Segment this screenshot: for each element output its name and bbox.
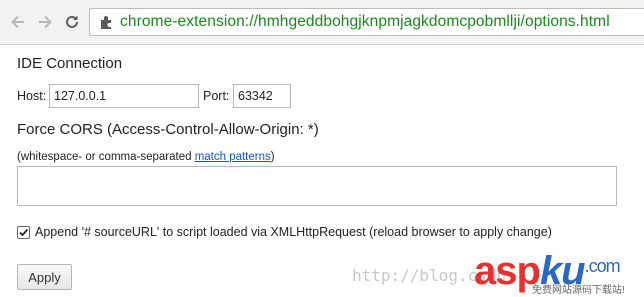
forward-arrow-icon[interactable] bbox=[35, 11, 55, 33]
ide-connection-heading: IDE Connection bbox=[17, 55, 123, 72]
cors-patterns-textarea[interactable] bbox=[17, 166, 617, 206]
watermark-logo-part1: asp bbox=[474, 249, 541, 293]
watermark-logo-part3: .com bbox=[584, 256, 621, 276]
back-arrow-icon[interactable] bbox=[8, 11, 28, 33]
extension-icon bbox=[98, 13, 116, 31]
cors-hint: (whitespace- or comma-separated match pa… bbox=[17, 151, 275, 163]
address-bar[interactable]: chrome-extension://hmhgeddbohgjknpmjagkd… bbox=[89, 8, 644, 36]
source-url-checkbox[interactable] bbox=[17, 225, 30, 239]
browser-toolbar: chrome-extension://hmhgeddbohgjknpmjagkd… bbox=[0, 0, 644, 45]
cors-hint-prefix: (whitespace- or comma-separated bbox=[17, 151, 195, 163]
port-input[interactable] bbox=[233, 84, 291, 108]
reload-icon[interactable] bbox=[62, 11, 82, 33]
match-patterns-link[interactable]: match patterns bbox=[195, 151, 271, 163]
port-label: Port: bbox=[203, 89, 230, 103]
host-input[interactable] bbox=[49, 84, 199, 108]
force-cors-heading: Force CORS (Access-Control-Allow-Origin:… bbox=[17, 121, 319, 138]
source-url-label: Append '# sourceURL' to script loaded vi… bbox=[35, 225, 552, 239]
checkmark-icon bbox=[19, 228, 29, 236]
source-url-option[interactable]: Append '# sourceURL' to script loaded vi… bbox=[17, 225, 552, 239]
address-url: chrome-extension://hmhgeddbohgjknpmjagkd… bbox=[120, 13, 610, 30]
apply-button[interactable]: Apply bbox=[17, 264, 72, 290]
watermark-subtitle: 免费网站源码下载站! bbox=[532, 285, 625, 296]
cors-hint-suffix: ) bbox=[270, 151, 275, 163]
host-label: Host: bbox=[17, 89, 47, 103]
